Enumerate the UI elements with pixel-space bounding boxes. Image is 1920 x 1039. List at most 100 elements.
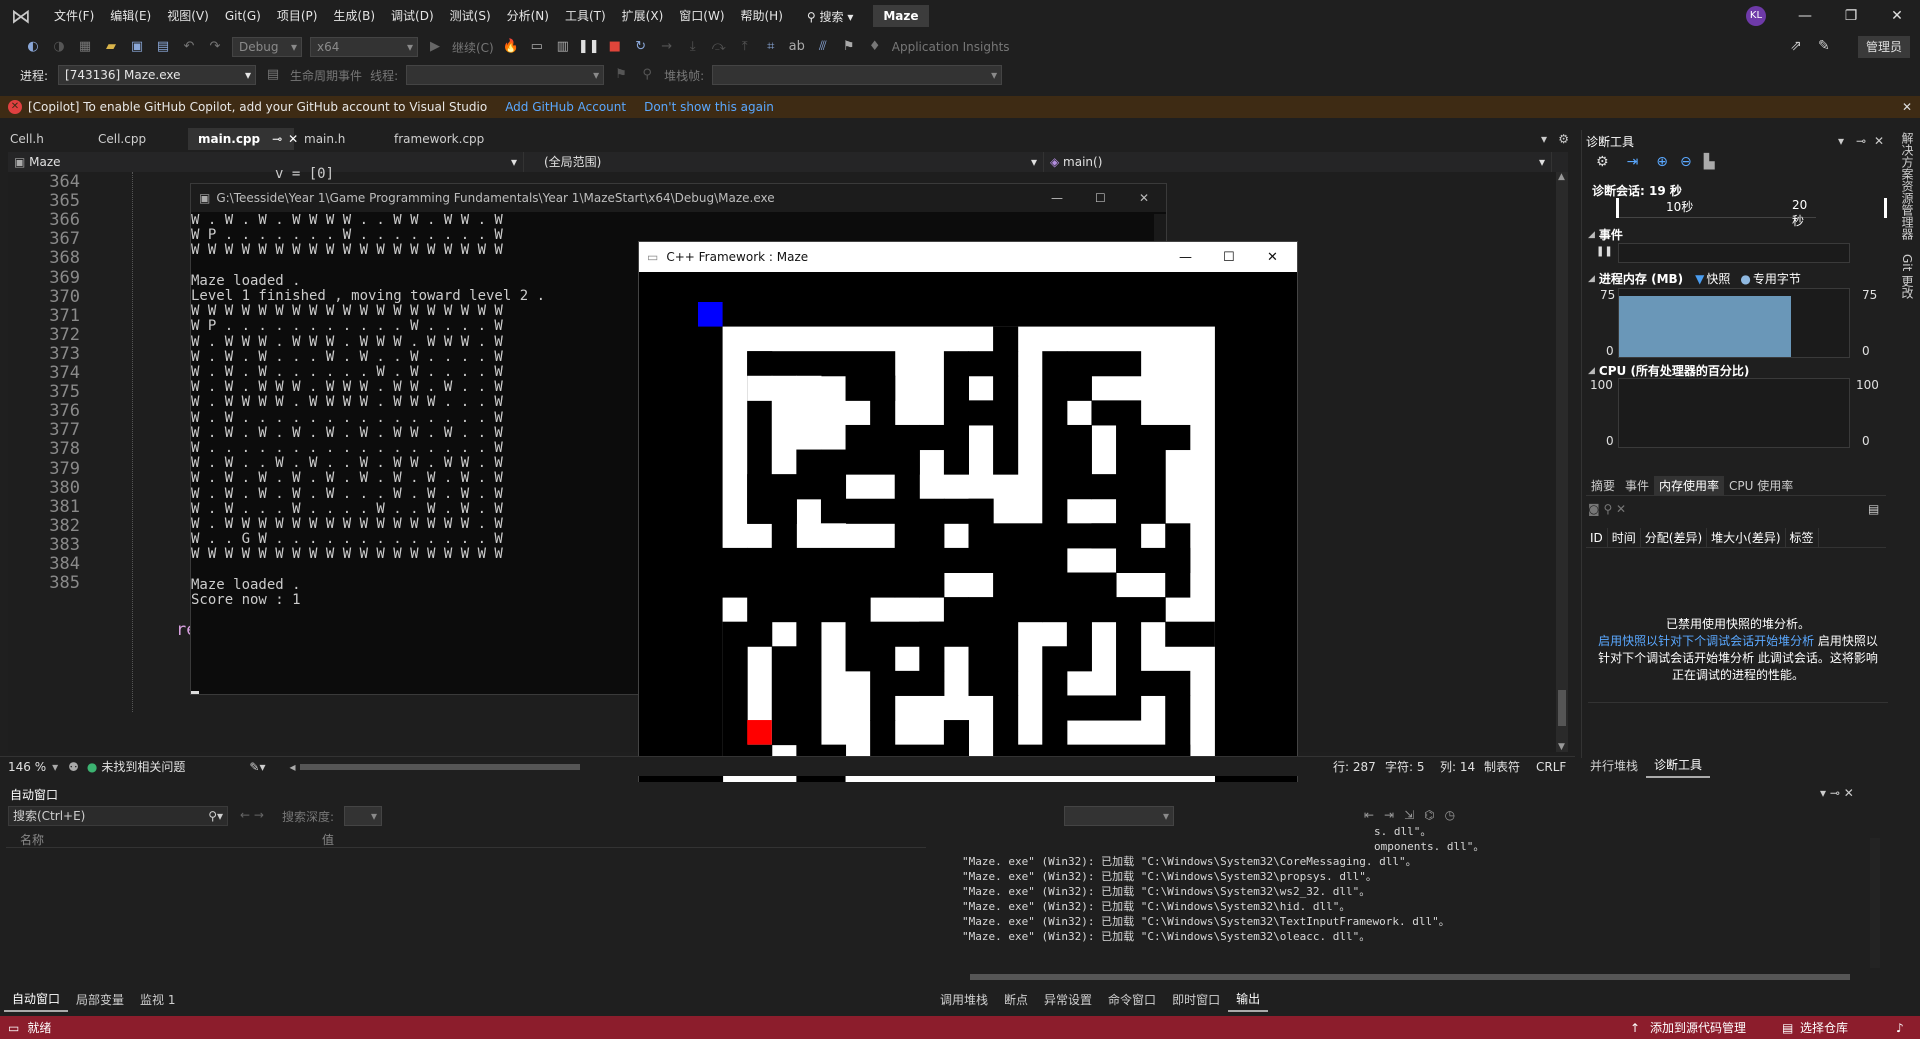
menu-item[interactable]: 测试(S) (442, 0, 499, 32)
step-into-icon[interactable]: ⤓ (682, 36, 704, 58)
output-tab[interactable]: 输出 (1228, 988, 1269, 1012)
pin-icon[interactable]: ⊸ (1856, 134, 1866, 148)
tab-main-h[interactable]: main.h (294, 128, 384, 150)
scrollbar-thumb[interactable] (1558, 690, 1566, 726)
output-tab[interactable]: 异常设置 (1036, 989, 1100, 1011)
process-select[interactable]: [743136] Maze.exe ▾ (58, 65, 257, 85)
autos-tab[interactable]: 局部变量 (68, 989, 132, 1011)
save-icon[interactable]: ▣ (126, 36, 148, 58)
char-indicator[interactable]: 字符: 5 (1385, 758, 1425, 775)
chevron-down-icon[interactable]: ▾ (1838, 134, 1844, 148)
col-indicator[interactable]: 列: 14 (1440, 758, 1475, 775)
visual-studio-logo-icon[interactable]: ⋈ (8, 3, 34, 29)
search-button[interactable]: ⚲ 搜索 ▾ (801, 8, 859, 25)
solution-explorer-tab[interactable]: 解决方案资源管理器 (1899, 132, 1916, 240)
output-tab[interactable]: 调用堆栈 (932, 989, 996, 1011)
menu-item[interactable]: 调试(D) (383, 0, 442, 32)
copilot-icon[interactable]: ⚉ (68, 760, 79, 774)
game-title-bar[interactable]: ▭ C++ Framework : Maze — ☐ ✕ (639, 242, 1297, 272)
scroll-down-icon[interactable]: ▼ (1558, 742, 1565, 752)
console-close-icon[interactable]: ✕ (1139, 191, 1149, 205)
col-name[interactable]: 名称 (20, 831, 44, 848)
cpu-section-header[interactable]: ◢ CPU (所有处理器的百分比) (1588, 362, 1749, 379)
function-select[interactable]: ◈ main() ▾ (1044, 152, 1552, 172)
horizontal-scrollbar[interactable] (299, 763, 580, 770)
pin-icon[interactable]: ⊸ (272, 132, 282, 146)
chart-icon[interactable]: ▙ (1704, 154, 1715, 170)
output-source-select[interactable]: ▾ (1064, 806, 1174, 826)
browser-icon[interactable]: ▭ (526, 36, 548, 58)
close-banner-icon[interactable]: ✕ (1902, 100, 1912, 114)
pause-icon[interactable]: ❚❚ (1596, 246, 1613, 257)
search-depth-select[interactable]: ▾ (344, 806, 382, 826)
tabs-indicator[interactable]: 制表符 (1484, 758, 1520, 775)
menu-item[interactable]: Git(G) (217, 0, 269, 32)
brush-icon[interactable]: ✎▾ (249, 760, 265, 774)
table-menu-icon[interactable]: ▤ (1868, 502, 1879, 516)
stackframe-select[interactable]: ▾ (712, 65, 1003, 85)
col-value[interactable]: 值 (322, 831, 334, 848)
editor-vertical-scrollbar[interactable]: ▲ ▼ (1556, 172, 1568, 752)
diag-table-col[interactable]: 时间 (1608, 527, 1641, 548)
console-maximize-icon[interactable]: ☐ (1095, 191, 1106, 205)
menu-item[interactable]: 分析(N) (499, 0, 557, 32)
diag-table-col[interactable]: 分配(差异) (1641, 527, 1708, 548)
continue-button[interactable]: 继续(C) (452, 39, 494, 56)
undo-icon[interactable]: ↶ (178, 36, 200, 58)
menu-item[interactable]: 工具(T) (557, 0, 614, 32)
scroll-up-icon[interactable]: ▲ (1558, 172, 1565, 182)
chevron-down-icon[interactable]: ▾ (52, 760, 58, 774)
open-folder-icon[interactable]: ▰ (100, 36, 122, 58)
game-maximize-icon[interactable]: ☐ (1223, 250, 1235, 265)
settings-gear-icon[interactable]: ⚙ (1558, 132, 1569, 146)
restart-icon[interactable]: ↻ (630, 36, 652, 58)
output-toolbar-icons[interactable]: ⇤⇥⇲⌬◷ (1364, 808, 1465, 822)
settings-gear-icon[interactable]: ⚙ (1596, 154, 1609, 170)
minimize-icon[interactable]: — (1782, 0, 1828, 32)
cpu-graph[interactable] (1618, 378, 1850, 448)
stop-icon[interactable]: ■ (604, 36, 626, 58)
game-minimize-icon[interactable]: — (1179, 250, 1192, 265)
diag-table-col[interactable]: 标签 (1786, 527, 1819, 548)
diag-table-col[interactable]: 堆大小(差异) (1707, 527, 1786, 548)
project-select[interactable]: ▣ Maze ▾ (8, 152, 524, 172)
diag-tab[interactable]: 事件 (1620, 476, 1654, 496)
menu-item[interactable]: 视图(V) (159, 0, 217, 32)
close-icon[interactable]: ✕ (1874, 134, 1884, 148)
game-close-icon[interactable]: ✕ (1267, 250, 1278, 265)
zoom-level[interactable]: 146 % (8, 760, 46, 774)
eol-indicator[interactable]: CRLF (1536, 760, 1566, 774)
console-title-bar[interactable]: ▣ G:\Teesside\Year 1\Game Programming Fu… (191, 184, 1166, 212)
show-next-statement-icon[interactable]: → (656, 36, 678, 58)
select-repository-button[interactable]: 选择仓库 (1800, 1019, 1848, 1036)
menu-item[interactable]: 编辑(E) (102, 0, 159, 32)
tab-list-icon[interactable]: ▾ (1541, 132, 1547, 146)
game-window[interactable]: ▭ C++ Framework : Maze — ☐ ✕ (638, 241, 1298, 873)
menu-item[interactable]: 生成(B) (325, 0, 383, 32)
thread-select[interactable]: ▾ (406, 65, 605, 85)
timeline-left-handle[interactable] (1616, 198, 1619, 218)
lifecycle-events-button[interactable]: 生命周期事件 (290, 67, 362, 84)
issues-status[interactable]: 未找到相关问题 (101, 758, 185, 775)
autos-tab[interactable]: 监视 1 (132, 989, 183, 1011)
new-item-icon[interactable]: ▦ (74, 36, 96, 58)
pause-icon[interactable]: ❚❚ (578, 36, 600, 58)
step-over-icon[interactable]: ⤼ (708, 36, 730, 58)
console-minimize-icon[interactable]: — (1051, 191, 1063, 205)
timeline-ruler[interactable]: 10秒 20秒 (1616, 198, 1887, 228)
timeline-right-handle[interactable] (1884, 198, 1887, 218)
insights-icon[interactable]: ♦ (864, 36, 886, 58)
spell-icon[interactable]: ab (786, 36, 808, 58)
close-icon[interactable]: ✕ (1874, 0, 1920, 32)
add-github-account-link[interactable]: Add GitHub Account (505, 100, 626, 114)
autos-tab[interactable]: 自动窗口 (4, 988, 69, 1012)
comment-icon[interactable]: ⫻ (812, 36, 834, 58)
line-indicator[interactable]: 行: 287 (1333, 758, 1376, 775)
notification-bell-icon[interactable]: ♪ (1896, 1021, 1904, 1035)
save-all-icon[interactable]: ▤ (152, 36, 174, 58)
tab-cell-cpp[interactable]: Cell.cpp (88, 128, 188, 150)
git-changes-tab[interactable]: Git 更改 (1899, 254, 1916, 299)
menu-item[interactable]: 窗口(W) (671, 0, 732, 32)
zoom-in-icon[interactable]: ⊕ (1656, 154, 1668, 170)
configuration-select[interactable]: Debug ▾ (232, 37, 302, 57)
